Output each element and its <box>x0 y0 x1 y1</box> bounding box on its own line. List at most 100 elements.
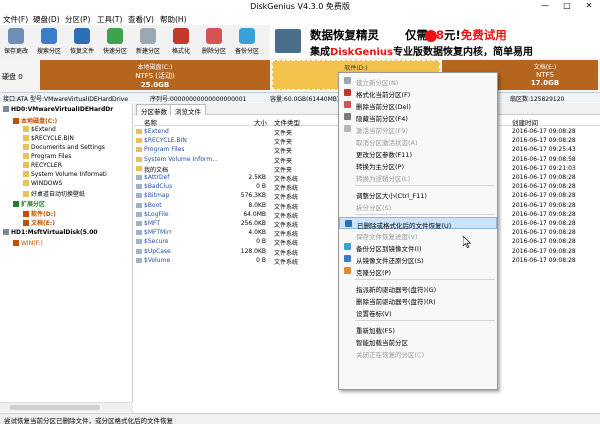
context-menu-item[interactable]: 保存文件恢复进度(V) <box>339 229 497 241</box>
context-menu-item-label: 删除当前驱动器号(盘符)(R) <box>356 298 436 306</box>
tab-partition-params[interactable]: 分区参数 <box>136 104 172 116</box>
file-name: $BadClus <box>144 183 173 191</box>
context-menu-item[interactable]: 建立新分区(N) <box>339 75 497 87</box>
context-menu-item[interactable]: 调整分区大小(Ctrl_F11) <box>339 188 497 200</box>
context-menu-item-label: 更改分区参数(F11) <box>356 151 413 159</box>
quick-partition-button[interactable]: 快速分区 <box>103 27 127 57</box>
folder-icon <box>136 156 142 162</box>
context-menu-item[interactable]: 重新加载(F5) <box>339 323 497 335</box>
tree-node[interactable]: 文档(E:) <box>23 218 55 227</box>
col-ctime[interactable]: 创建时间 <box>512 117 538 127</box>
menu-help[interactable]: 帮助(H) <box>160 14 187 25</box>
recover-file-button[interactable]: 恢复文件 <box>70 27 94 57</box>
ad-line-1: 数据恢复精灵仅需88元!免费试用 <box>310 28 507 42</box>
context-menu-item[interactable]: 指派新的驱动器号(盘符)(G) <box>339 282 497 294</box>
context-menu-item[interactable]: 格式化当前分区(F) <box>339 87 497 99</box>
file-size: 0 B <box>256 238 266 246</box>
tree-node-label: System Volume Informati <box>31 171 107 178</box>
backup-icon <box>344 243 351 250</box>
folder-icon <box>23 171 29 177</box>
tree-node[interactable]: 本地磁盘(C:) <box>13 116 57 125</box>
menu-disk[interactable]: 硬盘(D) <box>33 14 60 25</box>
search-partition-button[interactable]: 搜索分区 <box>37 27 61 57</box>
close-button[interactable]: ✕ <box>578 0 600 12</box>
new-partition-button[interactable]: 新建分区 <box>136 27 160 57</box>
disk-serial: 序列号:00000000000000000001 <box>150 96 247 103</box>
folder-icon <box>23 162 29 168</box>
tree-node[interactable]: $Extend <box>23 126 56 135</box>
file-size: 0 B <box>256 183 266 191</box>
context-menu-item[interactable]: 从镜像文件还原分区(S) <box>339 253 497 265</box>
menu-view[interactable]: 查看(V) <box>128 14 154 25</box>
mouse-cursor-icon <box>463 236 471 248</box>
context-menu-item-label: 取消分区激活状态(A) <box>356 139 418 147</box>
file-name: $Secure <box>144 238 169 246</box>
file-size: 0 B <box>256 256 266 264</box>
context-menu-item[interactable]: 删除当前分区(Del) <box>339 99 497 111</box>
clone-icon <box>344 267 351 274</box>
context-menu-item-label: 删除当前分区(Del) <box>356 103 411 111</box>
tree-node[interactable]: WIN(F:) <box>13 240 43 249</box>
context-menu-item-label: 激活当前分区(F9) <box>356 127 408 135</box>
tree-node[interactable]: 好桌道自动切换壁纸 <box>23 189 85 198</box>
tree-horizontal-scrollbar[interactable] <box>0 402 133 412</box>
tree-node[interactable]: WINDOWS <box>23 180 62 189</box>
col-size[interactable]: 大小 <box>254 117 267 127</box>
context-menu-item-label: 重新加载(F5) <box>356 327 395 335</box>
context-menu-item[interactable]: 设置卷标(V) <box>339 306 497 318</box>
tab-browse-files[interactable]: 浏览文件 <box>170 104 206 116</box>
file-ctime: 2016-06-17 09:08:28 <box>512 192 576 200</box>
tree-node[interactable]: Program Files <box>23 153 71 162</box>
ad-banner[interactable]: 数据恢复精灵仅需88元!免费试用 集成DiskGenius专业版数据恢复内核，简… <box>270 25 600 58</box>
backup-partition-button[interactable]: 备份分区 <box>235 27 259 57</box>
tree-node[interactable]: 软件(D:) <box>23 209 56 218</box>
activate-icon <box>344 125 351 132</box>
file-ctime: 2016-06-17 09:08:28 <box>512 183 576 191</box>
scrollbar-thumb[interactable] <box>10 405 100 410</box>
context-menu-item-label: 保存文件恢复进度(V) <box>356 233 418 241</box>
status-text: 尝试恢复当前分区已删除文件，或分区格式化后的文件恢复 <box>4 417 173 424</box>
tree-node[interactable]: Documents and Settings <box>23 144 105 153</box>
file-size: 8.0KB <box>248 201 266 209</box>
context-menu-item[interactable]: 备份分区到镜像文件(I) <box>339 241 497 253</box>
delete-partition-button[interactable]: 删除分区 <box>202 27 226 57</box>
context-menu-item[interactable]: 拆分分区(S) <box>339 200 497 212</box>
disk-capacity: 容量:60.0GB(61440MB) <box>270 96 340 103</box>
partition-c-block[interactable]: 本地磁盘(C:) NTFS (活动) 25.0GB <box>40 60 270 90</box>
tree-node[interactable]: 扩展分区 <box>13 199 45 208</box>
col-type[interactable]: 文件类型 <box>274 117 300 127</box>
tree-node[interactable]: System Volume Informati <box>23 171 107 180</box>
context-menu-item[interactable]: 关闭正在恢复的分区(C) <box>339 347 497 359</box>
col-name[interactable]: 名称 <box>144 117 157 127</box>
quick-partition-icon <box>107 28 123 44</box>
tree-node[interactable]: $RECYCLE.BIN <box>23 135 74 144</box>
tree-disk-node[interactable]: HD1:MsftVirtualDisk(5.00 <box>3 229 98 238</box>
file-ctime: 2016-06-17 09:08:28 <box>512 220 576 227</box>
context-menu-item[interactable]: 已删除或格式化后的文件恢复(U) <box>339 217 497 230</box>
tree-node[interactable]: RECYCLER <box>23 162 62 171</box>
save-button[interactable]: 保存更改 <box>4 27 28 57</box>
context-menu-item[interactable]: 转换为逻辑分区(L) <box>339 171 497 183</box>
context-menu-item[interactable]: 取消分区激活状态(A) <box>339 135 497 147</box>
format-button[interactable]: 格式化 <box>169 27 193 57</box>
maximize-button[interactable]: □ <box>556 0 578 12</box>
menu-file[interactable]: 文件(F) <box>3 14 28 25</box>
context-menu-item[interactable]: 激活当前分区(F9) <box>339 123 497 135</box>
minimize-button[interactable]: — <box>534 0 556 12</box>
context-menu-item[interactable]: 更改分区参数(F11) <box>339 147 497 159</box>
menu-partition[interactable]: 分区(P) <box>65 14 90 25</box>
context-menu-item-label: 隐藏当前分区(F4) <box>356 115 408 123</box>
tree-disk-node[interactable]: HD0:VMwareVirtualIDEHardDr <box>3 106 113 115</box>
file-size: 4.0KB <box>248 229 266 237</box>
context-menu-item[interactable]: 智能加载当前分区 <box>339 335 497 347</box>
context-menu-item[interactable]: 克隆分区(P) <box>339 265 497 277</box>
delete-partition-icon <box>206 28 222 44</box>
folder-icon <box>23 126 29 132</box>
tree-node-label: 好桌道自动切换壁纸 <box>31 191 86 198</box>
context-menu-item[interactable]: 隐藏当前分区(F4) <box>339 111 497 123</box>
context-menu-item[interactable]: 删除当前驱动器号(盘符)(R) <box>339 294 497 306</box>
file-ctime: 2016-06-17 09:08:28 <box>512 137 576 145</box>
context-menu-item[interactable]: 转换为主分区(P) <box>339 159 497 171</box>
menu-tools[interactable]: 工具(T) <box>97 14 122 25</box>
tree-node-label: Program Files <box>31 153 72 160</box>
